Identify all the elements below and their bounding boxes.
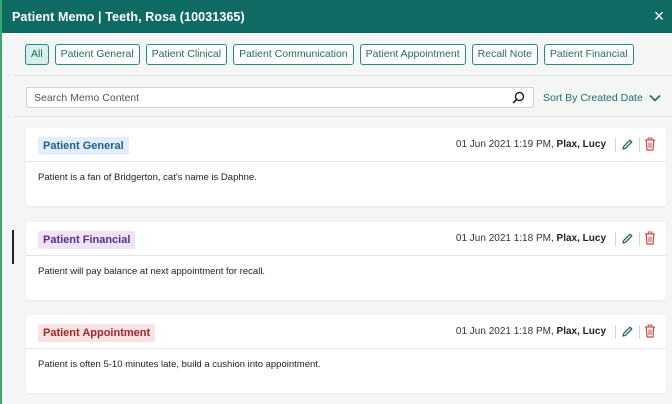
memo-separator bbox=[639, 325, 640, 339]
memo-author: Plax, Lucy bbox=[556, 326, 606, 337]
memo-content: Patient is often 5-10 minutes late, buil… bbox=[38, 359, 321, 370]
memo-separator bbox=[615, 325, 616, 339]
memo-timestamp: 01 Jun 2021 1:18 PM, bbox=[455, 326, 554, 337]
sort-dropdown[interactable]: Sort By Created Date bbox=[543, 90, 661, 106]
pencil-icon[interactable] bbox=[621, 232, 634, 245]
trash-icon[interactable] bbox=[644, 324, 656, 338]
memo-content: Patient is a fan of Bridgerton, cat's na… bbox=[38, 172, 257, 183]
scroll-indicator bbox=[12, 230, 14, 264]
memo-timestamp: 01 Jun 2021 1:18 PM, bbox=[455, 233, 554, 244]
memo-content: Patient will pay balance at next appoint… bbox=[38, 266, 266, 277]
trash-icon[interactable] bbox=[644, 231, 656, 245]
memo-header: Patient General 01 Jun 2021 1:19 PM, Pla… bbox=[26, 128, 666, 162]
memo-meta: 01 Jun 2021 1:18 PM, Plax, Lucy bbox=[456, 233, 606, 244]
filter-recall-note[interactable]: Recall Note bbox=[471, 44, 538, 65]
filter-patient-communication[interactable]: Patient Communication bbox=[233, 44, 354, 65]
memo-separator bbox=[639, 138, 640, 152]
pencil-icon[interactable] bbox=[621, 138, 634, 151]
memo-timestamp: 01 Jun 2021 1:19 PM, bbox=[455, 139, 554, 150]
search-divider bbox=[14, 116, 672, 117]
memo-card: Patient General 01 Jun 2021 1:19 PM, Pla… bbox=[26, 128, 666, 206]
patient-memo-dialog: Patient Memo | Teeth, Rosa (10031365) × … bbox=[0, 0, 672, 404]
dialog-titlebar: Patient Memo | Teeth, Rosa (10031365) × bbox=[2, 0, 672, 33]
filter-patient-clinical[interactable]: Patient Clinical bbox=[145, 44, 228, 65]
chevron-down-icon bbox=[649, 94, 661, 102]
memo-separator bbox=[639, 232, 640, 246]
memo-author: Plax, Lucy bbox=[556, 233, 606, 244]
search-input[interactable] bbox=[34, 91, 504, 104]
trash-icon[interactable] bbox=[644, 137, 656, 151]
filter-patient-general[interactable]: Patient General bbox=[54, 44, 140, 65]
sort-label: Sort By Created Date bbox=[543, 92, 643, 104]
search-icon[interactable] bbox=[512, 91, 525, 104]
dialog-title: Patient Memo | Teeth, Rosa (10031365) bbox=[12, 9, 245, 24]
filter-patient-financial[interactable]: Patient Financial bbox=[543, 44, 634, 65]
memo-meta: 01 Jun 2021 1:19 PM, Plax, Lucy bbox=[456, 139, 606, 150]
search-box bbox=[26, 87, 534, 108]
memo-meta: 01 Jun 2021 1:18 PM, Plax, Lucy bbox=[456, 326, 606, 337]
memo-author: Plax, Lucy bbox=[556, 139, 606, 150]
memo-card: Patient Financial 01 Jun 2021 1:18 PM, P… bbox=[26, 222, 666, 300]
memo-header: Patient Financial 01 Jun 2021 1:18 PM, P… bbox=[26, 222, 666, 256]
memo-category-badge: Patient Financial bbox=[38, 231, 136, 249]
memo-category-badge: Patient Appointment bbox=[38, 324, 156, 342]
memo-separator bbox=[615, 138, 616, 152]
filter-patient-appointment[interactable]: Patient Appointment bbox=[359, 44, 466, 65]
memo-card: Patient Appointment 01 Jun 2021 1:18 PM,… bbox=[26, 315, 666, 393]
memo-header: Patient Appointment 01 Jun 2021 1:18 PM,… bbox=[26, 315, 666, 349]
close-icon[interactable]: × bbox=[650, 6, 668, 26]
pencil-icon[interactable] bbox=[621, 325, 634, 338]
filter-all[interactable]: All bbox=[25, 44, 49, 65]
memo-category-filters: All Patient General Patient Clinical Pat… bbox=[25, 44, 634, 66]
filters-divider bbox=[14, 75, 672, 76]
memo-separator bbox=[615, 232, 616, 246]
memo-category-badge: Patient General bbox=[38, 137, 129, 155]
